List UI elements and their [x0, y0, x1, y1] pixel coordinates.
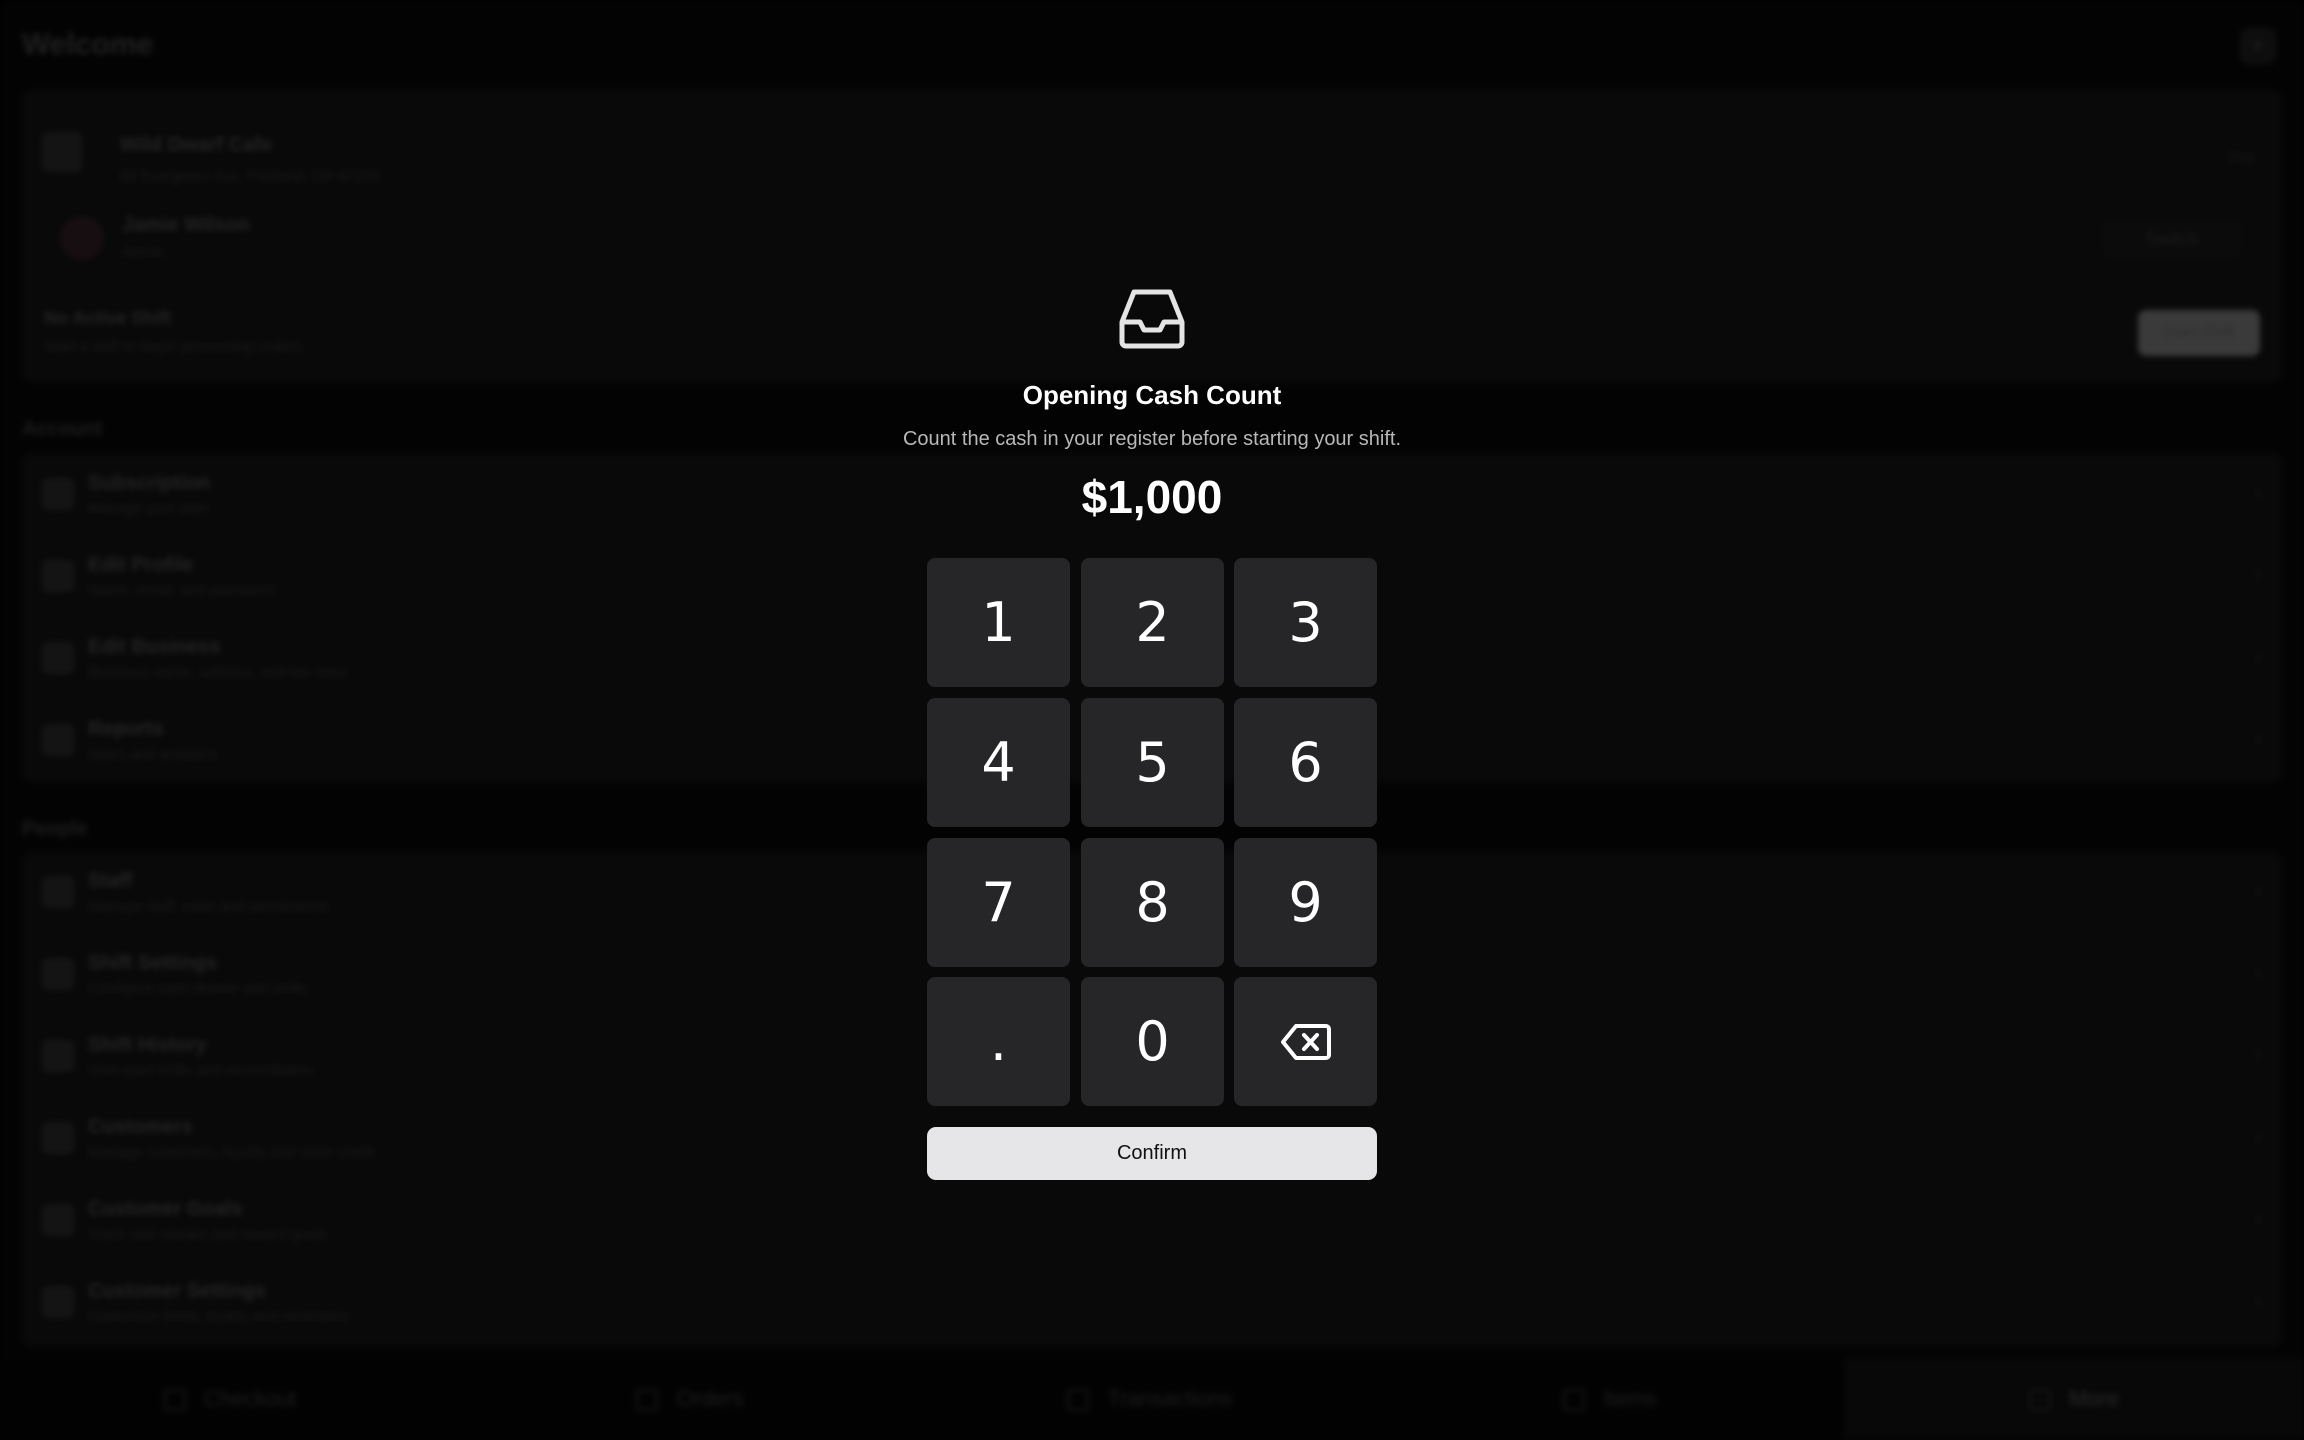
key-0[interactable]: 0 — [1081, 977, 1224, 1106]
key-2[interactable]: 2 — [1081, 558, 1224, 687]
backspace-icon — [1280, 1023, 1331, 1060]
key-6[interactable]: 6 — [1234, 698, 1377, 827]
key-4[interactable]: 4 — [927, 698, 1070, 827]
key-1[interactable]: 1 — [927, 558, 1070, 687]
key-decimal[interactable]: . — [927, 977, 1070, 1106]
inbox-icon — [1119, 289, 1185, 349]
modal-subtitle: Count the cash in your register before s… — [902, 428, 1402, 450]
key-8[interactable]: 8 — [1081, 838, 1224, 967]
modal-title: Opening Cash Count — [1022, 380, 1282, 410]
key-5[interactable]: 5 — [1081, 698, 1224, 827]
key-7[interactable]: 7 — [927, 838, 1070, 967]
cash-amount-display: $1,000 — [1081, 471, 1223, 523]
key-3[interactable]: 3 — [1234, 558, 1377, 687]
confirm-button[interactable]: Confirm — [927, 1127, 1377, 1180]
opening-cash-count-modal: Opening Cash Count Count the cash in you… — [0, 0, 2304, 1440]
backspace-button[interactable] — [1234, 977, 1377, 1106]
key-9[interactable]: 9 — [1234, 838, 1377, 967]
